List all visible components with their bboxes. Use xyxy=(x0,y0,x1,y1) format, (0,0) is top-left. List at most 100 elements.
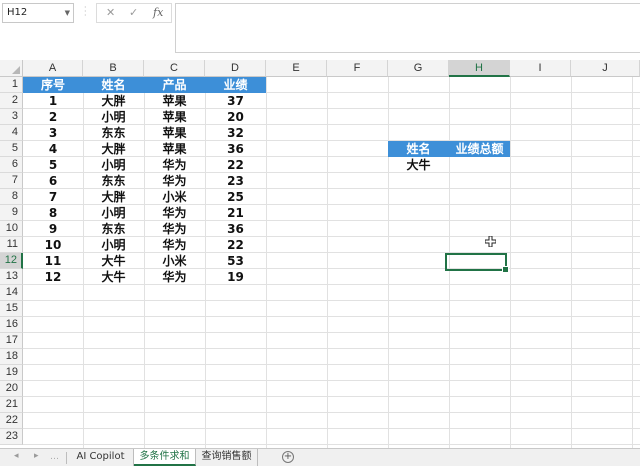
table-header-cell[interactable]: 产品 xyxy=(144,77,205,93)
column-header-c[interactable]: C xyxy=(144,60,205,77)
more-tabs-icon[interactable]: … xyxy=(50,452,59,462)
enter-icon[interactable]: ✓ xyxy=(129,6,138,19)
row-header-18[interactable]: 18 xyxy=(0,349,23,365)
sheet-tab[interactable]: 多条件求和 xyxy=(134,449,196,466)
name-box[interactable]: H12 ▼ xyxy=(2,3,74,23)
row-header-2[interactable]: 2 xyxy=(0,93,23,109)
table-cell[interactable]: 华为 xyxy=(144,157,205,173)
row-header-23[interactable]: 23 xyxy=(0,429,23,445)
table-cell[interactable]: 5 xyxy=(23,157,83,173)
table-cell[interactable]: 小明 xyxy=(83,157,144,173)
table-cell[interactable]: 小明 xyxy=(83,237,144,253)
select-all-corner[interactable] xyxy=(0,60,23,77)
table-cell[interactable]: 37 xyxy=(205,93,266,109)
table-cell[interactable]: 华为 xyxy=(144,269,205,285)
row-header-13[interactable]: 13 xyxy=(0,269,23,285)
row-header-16[interactable]: 16 xyxy=(0,317,23,333)
table-cell[interactable]: 32 xyxy=(205,125,266,141)
row-header-8[interactable]: 8 xyxy=(0,189,23,205)
sheet-tab[interactable]: AI Copilot xyxy=(68,449,134,466)
table-cell[interactable]: 东东 xyxy=(83,173,144,189)
row-header-7[interactable]: 7 xyxy=(0,173,23,189)
row-header-1[interactable]: 1 xyxy=(0,77,23,93)
column-header-d[interactable]: D xyxy=(205,60,266,77)
table-cell[interactable]: 8 xyxy=(23,205,83,221)
table-cell[interactable]: 36 xyxy=(205,221,266,237)
table-header-cell[interactable]: 业绩 xyxy=(205,77,266,93)
table-cell[interactable]: 小明 xyxy=(83,205,144,221)
table-cell[interactable]: 19 xyxy=(205,269,266,285)
column-header-a[interactable]: A xyxy=(23,60,83,77)
resize-handle-icon[interactable]: · · · xyxy=(84,4,87,20)
table-cell[interactable]: 11 xyxy=(23,253,83,269)
row-header-22[interactable]: 22 xyxy=(0,413,23,429)
table-cell[interactable]: 1 xyxy=(23,93,83,109)
row-header-14[interactable]: 14 xyxy=(0,285,23,301)
table-cell[interactable]: 2 xyxy=(23,109,83,125)
column-header-partial[interactable] xyxy=(629,60,640,77)
cancel-icon[interactable]: ✕ xyxy=(106,6,115,19)
row-header-15[interactable]: 15 xyxy=(0,301,23,317)
table-cell[interactable]: 华为 xyxy=(144,237,205,253)
column-header-b[interactable]: B xyxy=(83,60,144,77)
table-cell[interactable]: 10 xyxy=(23,237,83,253)
chevron-down-icon[interactable]: ▼ xyxy=(65,4,70,22)
scroll-left-icon[interactable]: ◂ xyxy=(14,451,19,461)
table-cell[interactable]: 53 xyxy=(205,253,266,269)
row-header-20[interactable]: 20 xyxy=(0,381,23,397)
table-cell[interactable]: 小米 xyxy=(144,253,205,269)
table-cell[interactable]: 苹果 xyxy=(144,125,205,141)
row-header-9[interactable]: 9 xyxy=(0,205,23,221)
insert-function-icon[interactable]: fx xyxy=(153,6,163,19)
table-cell[interactable]: 6 xyxy=(23,173,83,189)
row-header-6[interactable]: 6 xyxy=(0,157,23,173)
table-cell[interactable]: 3 xyxy=(23,125,83,141)
add-sheet-icon[interactable]: + xyxy=(282,451,294,463)
sheet-tab[interactable]: 查询销售额 xyxy=(196,449,258,466)
table-cell[interactable]: 东东 xyxy=(83,221,144,237)
lookup-header-name[interactable]: 姓名 xyxy=(388,141,449,157)
table-cell[interactable]: 12 xyxy=(23,269,83,285)
table-cell[interactable]: 36 xyxy=(205,141,266,157)
row-header-11[interactable]: 11 xyxy=(0,237,23,253)
row-header-3[interactable]: 3 xyxy=(0,109,23,125)
column-header-h[interactable]: H xyxy=(449,60,510,77)
row-header-5[interactable]: 5 xyxy=(0,141,23,157)
table-cell[interactable]: 大胖 xyxy=(83,93,144,109)
table-cell[interactable]: 21 xyxy=(205,205,266,221)
table-cell[interactable]: 大牛 xyxy=(83,253,144,269)
table-cell[interactable]: 小米 xyxy=(144,189,205,205)
table-cell[interactable]: 9 xyxy=(23,221,83,237)
row-header-21[interactable]: 21 xyxy=(0,397,23,413)
row-header-10[interactable]: 10 xyxy=(0,221,23,237)
lookup-name-cell[interactable]: 大牛 xyxy=(388,157,449,173)
table-cell[interactable]: 苹果 xyxy=(144,141,205,157)
lookup-header-total[interactable]: 业绩总额 xyxy=(449,141,510,157)
table-cell[interactable]: 大胖 xyxy=(83,189,144,205)
row-header-17[interactable]: 17 xyxy=(0,333,23,349)
table-cell[interactable]: 华为 xyxy=(144,173,205,189)
table-cell[interactable]: 东东 xyxy=(83,125,144,141)
column-header-i[interactable]: I xyxy=(510,60,571,77)
table-cell[interactable]: 22 xyxy=(205,237,266,253)
table-cell[interactable]: 小明 xyxy=(83,109,144,125)
table-cell[interactable]: 大胖 xyxy=(83,141,144,157)
selected-cell-h12[interactable] xyxy=(445,253,509,273)
column-header-g[interactable]: G xyxy=(388,60,449,77)
table-cell[interactable]: 华为 xyxy=(144,221,205,237)
formula-input[interactable] xyxy=(175,3,640,53)
table-cell[interactable]: 25 xyxy=(205,189,266,205)
table-cell[interactable]: 4 xyxy=(23,141,83,157)
lookup-total-cell[interactable] xyxy=(449,157,510,173)
scroll-right-icon[interactable]: ▸ xyxy=(34,451,39,461)
table-cell[interactable]: 23 xyxy=(205,173,266,189)
row-header-19[interactable]: 19 xyxy=(0,365,23,381)
table-header-cell[interactable]: 姓名 xyxy=(83,77,144,93)
table-cell[interactable]: 20 xyxy=(205,109,266,125)
table-cell[interactable]: 苹果 xyxy=(144,93,205,109)
table-cell[interactable]: 7 xyxy=(23,189,83,205)
row-header-4[interactable]: 4 xyxy=(0,125,23,141)
column-header-e[interactable]: E xyxy=(266,60,327,77)
table-cell[interactable]: 22 xyxy=(205,157,266,173)
row-header-12[interactable]: 12 xyxy=(0,253,23,269)
